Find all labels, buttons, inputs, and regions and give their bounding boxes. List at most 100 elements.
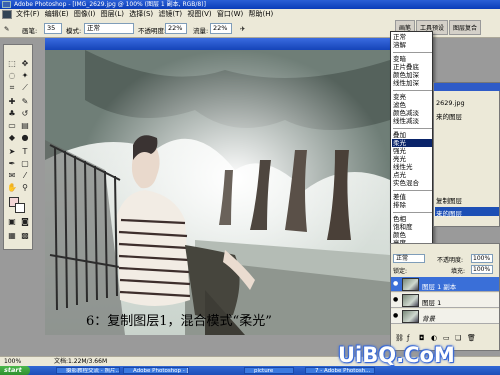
menu-image[interactable]: 图像(I) xyxy=(74,9,96,20)
brush-tool-icon[interactable]: ✎ xyxy=(20,97,30,107)
document-canvas-photo[interactable] xyxy=(45,50,390,335)
blend-linear-light[interactable]: 线性光 xyxy=(393,164,413,171)
path-selection-tool-icon[interactable]: ➤ xyxy=(7,147,17,157)
layer-style-icon[interactable]: ƒ xyxy=(407,334,409,342)
blend-lighten[interactable]: 变亮 xyxy=(393,94,406,101)
menu-filter[interactable]: 滤镜(T) xyxy=(158,9,182,20)
mode-select[interactable]: 正常 xyxy=(84,23,134,34)
menu-help[interactable]: 帮助(H) xyxy=(248,9,273,20)
taskbar-item[interactable]: picture xyxy=(244,367,294,374)
blend-linear-burn[interactable]: 线性加深 xyxy=(393,80,419,87)
menu-view[interactable]: 视图(V) xyxy=(187,9,211,20)
taskbar-item[interactable]: 摄影教程交流 - 照片... xyxy=(56,367,120,374)
blend-pin-light[interactable]: 点光 xyxy=(393,172,406,179)
link-layers-icon[interactable]: ⛓ xyxy=(395,334,404,342)
blend-hard-light[interactable]: 强光 xyxy=(393,148,406,155)
blend-saturation[interactable]: 饱和度 xyxy=(393,224,413,231)
layer-blend-mode-select[interactable]: 正常 xyxy=(393,254,425,263)
layer-name: 图层 1 副本 xyxy=(422,283,457,291)
history-item-selected[interactable]: 来的图层 xyxy=(436,208,462,218)
opacity-input[interactable]: 22% xyxy=(165,23,187,34)
brush-size-picker[interactable]: 35 xyxy=(44,23,62,34)
type-tool-icon[interactable]: T xyxy=(20,147,30,157)
notes-tool-icon[interactable]: ✉ xyxy=(7,171,17,181)
blend-multiply[interactable]: 正片叠底 xyxy=(393,64,419,71)
eye-icon[interactable]: ● xyxy=(393,313,399,319)
eye-icon[interactable]: ● xyxy=(393,297,399,303)
history-brush-tool-icon[interactable]: ↺ xyxy=(20,109,30,119)
background-color-swatch[interactable] xyxy=(15,203,25,213)
menu-file[interactable]: 文件(F) xyxy=(16,9,40,20)
slice-tool-icon[interactable]: ⟋ xyxy=(20,83,30,93)
taskbar-item[interactable]: 7 - Adobe Photosh... xyxy=(305,367,375,374)
history-item[interactable]: 2629.jpg xyxy=(436,99,465,107)
layer-row[interactable]: ● 图层 1 副本 xyxy=(391,277,499,292)
blend-hue[interactable]: 色相 xyxy=(393,216,406,223)
magic-wand-tool-icon[interactable]: ✦ xyxy=(20,71,30,81)
zoom-tool-icon[interactable]: ⚲ xyxy=(20,183,30,193)
shape-tool-icon[interactable]: ▢ xyxy=(20,159,30,169)
menu-divider xyxy=(393,90,432,91)
blend-linear-dodge[interactable]: 线性减淡 xyxy=(393,118,419,125)
adjustment-layer-icon[interactable]: ◐ xyxy=(431,334,437,342)
pen-tool-icon[interactable]: ✒ xyxy=(7,159,17,169)
blur-tool-icon[interactable]: ◆ xyxy=(7,133,17,143)
blend-color[interactable]: 颜色 xyxy=(393,232,406,239)
menu-edit[interactable]: 编辑(E) xyxy=(45,9,69,20)
healing-brush-tool-icon[interactable]: ✚ xyxy=(7,97,17,107)
clone-stamp-tool-icon[interactable]: ♣ xyxy=(7,109,17,119)
move-tool-icon[interactable]: ✥ xyxy=(20,59,30,69)
menu-layer[interactable]: 图层(L) xyxy=(101,9,124,20)
dodge-tool-icon[interactable]: ● xyxy=(20,133,30,143)
eyedropper-tool-icon[interactable]: ⁄ xyxy=(20,171,30,181)
blend-color-burn[interactable]: 颜色加深 xyxy=(393,72,419,79)
blend-screen[interactable]: 滤色 xyxy=(393,102,406,109)
history-item[interactable]: 复制图层 xyxy=(436,195,462,205)
new-group-icon[interactable]: ▭ xyxy=(443,334,450,342)
layer-name: 图层 1 xyxy=(422,299,442,307)
blend-exclusion[interactable]: 排除 xyxy=(393,202,406,209)
document-title-bar[interactable] xyxy=(45,38,390,50)
blend-dissolve[interactable]: 溶解 xyxy=(393,42,406,49)
taskbar: start 摄影教程交流 - 照片... Adobe Photoshop - [… xyxy=(0,366,500,375)
full-screen-mode-icon[interactable]: ▩ xyxy=(20,231,30,241)
blend-vivid-light[interactable]: 亮光 xyxy=(393,156,406,163)
taskbar-item[interactable]: Adobe Photoshop - [I... xyxy=(123,367,189,374)
menu-select[interactable]: 选择(S) xyxy=(129,9,153,20)
history-panel-header[interactable] xyxy=(434,83,500,91)
history-item[interactable]: 来的图层 xyxy=(436,111,462,121)
layer-mask-icon[interactable]: ◘ xyxy=(419,334,425,342)
menu-window[interactable]: 窗口(W) xyxy=(217,9,243,20)
flow-input[interactable]: 22% xyxy=(210,23,232,34)
marquee-tool-icon[interactable]: ⬚ xyxy=(7,59,17,69)
layer-opacity-input[interactable]: 100% xyxy=(471,254,493,263)
blend-soft-light[interactable]: 柔光 xyxy=(393,140,406,147)
layer-row[interactable]: ● 图层 1 xyxy=(391,293,499,308)
blend-difference[interactable]: 差值 xyxy=(393,194,406,201)
blend-normal[interactable]: 正常 xyxy=(393,34,406,41)
standard-mode-icon[interactable]: ▣ xyxy=(7,217,17,227)
quick-mask-mode-icon[interactable]: ◙ xyxy=(20,217,30,227)
airbrush-icon[interactable]: ✈ xyxy=(240,25,245,33)
new-layer-icon[interactable]: ❏ xyxy=(455,334,461,342)
lasso-tool-icon[interactable]: ◌ xyxy=(7,71,17,81)
zoom-level[interactable]: 100% xyxy=(4,357,21,366)
brush-tool-icon[interactable]: ✎ xyxy=(4,25,9,33)
layer-fill-input[interactable]: 100% xyxy=(471,265,493,274)
hand-tool-icon[interactable]: ✋ xyxy=(7,183,17,193)
eraser-tool-icon[interactable]: ▭ xyxy=(7,121,17,131)
blend-darken[interactable]: 变暗 xyxy=(393,56,406,63)
blend-hard-mix[interactable]: 实色混合 xyxy=(393,180,419,187)
layer-row[interactable]: ● 背景 xyxy=(391,309,499,324)
layer-opacity-label: 不透明度: xyxy=(437,257,464,264)
eye-icon[interactable]: ● xyxy=(393,281,399,287)
crop-tool-icon[interactable]: ⌗ xyxy=(7,83,17,93)
blend-overlay[interactable]: 叠加 xyxy=(393,132,406,139)
screen-mode-icon[interactable]: ▦ xyxy=(7,231,17,241)
photo-image xyxy=(45,50,390,335)
trash-icon[interactable]: 🗑 xyxy=(467,334,476,342)
blend-color-dodge[interactable]: 颜色减淡 xyxy=(393,110,419,117)
start-button[interactable]: start xyxy=(0,366,30,375)
gradient-tool-icon[interactable]: ▤ xyxy=(20,121,30,131)
tab-layer-comps[interactable]: 图层复合 xyxy=(449,20,482,35)
